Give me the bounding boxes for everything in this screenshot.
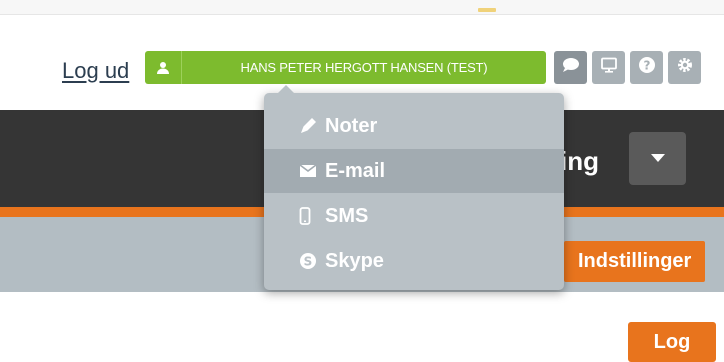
menu-item-skype[interactable]: S Skype xyxy=(264,239,564,283)
menu-item-sms[interactable]: SMS xyxy=(264,194,564,238)
settings-gear-button[interactable] xyxy=(668,51,701,84)
menu-item-label: Noter xyxy=(325,114,378,137)
log-button[interactable]: Log xyxy=(628,322,716,362)
phone-icon xyxy=(299,207,325,225)
settings-button[interactable]: Indstillinger xyxy=(564,241,706,282)
user-icon xyxy=(145,51,182,84)
menu-item-label: Skype xyxy=(325,249,384,272)
user-name: HANS PETER HERGOTT HANSEN (TEST) xyxy=(240,60,488,75)
skype-icon: S xyxy=(299,252,325,270)
user-button[interactable]: HANS PETER HERGOTT HANSEN (TEST) xyxy=(145,51,546,84)
pencil-icon xyxy=(299,117,325,135)
top-strip xyxy=(0,0,724,15)
help-button[interactable]: ? xyxy=(630,51,663,84)
monitor-icon xyxy=(600,57,618,78)
menu-item-label: E-mail xyxy=(325,159,386,182)
header-dropdown-button[interactable] xyxy=(629,132,686,185)
contact-dropdown-menu: Noter E-mail SMS S Skype xyxy=(264,85,564,290)
menu-item-noter[interactable]: Noter xyxy=(264,104,564,148)
chevron-down-icon xyxy=(650,150,666,168)
menu-item-label: SMS xyxy=(325,204,369,227)
monitor-button[interactable] xyxy=(592,51,625,84)
top-strip-marker xyxy=(478,8,496,12)
menu-caret xyxy=(278,85,294,93)
svg-text:S: S xyxy=(304,255,313,269)
help-icon: ? xyxy=(638,56,656,79)
header-title-fragment: ing xyxy=(560,146,599,176)
menu-item-email[interactable]: E-mail xyxy=(264,149,564,193)
gear-icon xyxy=(676,56,694,79)
logout-link[interactable]: Log ud xyxy=(62,58,129,84)
chat-button[interactable] xyxy=(554,51,587,84)
svg-text:?: ? xyxy=(643,59,650,73)
envelope-icon xyxy=(299,164,325,178)
chat-icon xyxy=(562,57,580,78)
